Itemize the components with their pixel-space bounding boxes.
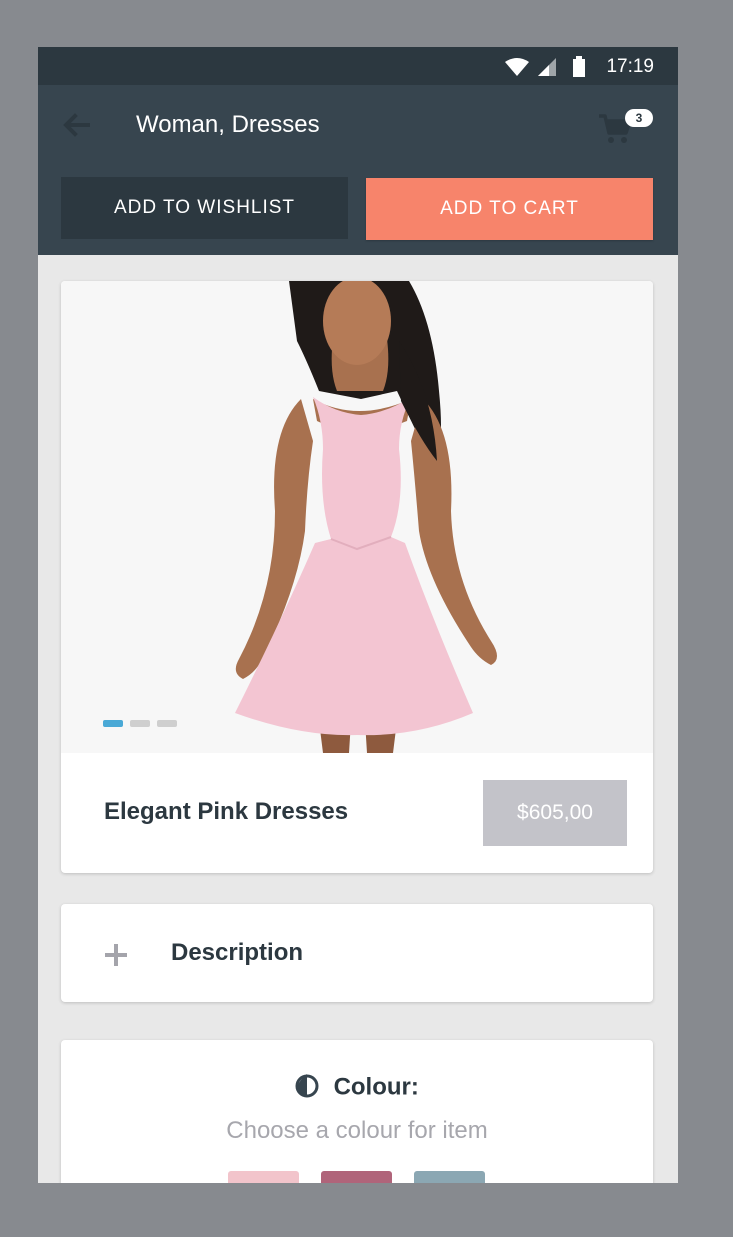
colour-swatch-blue-grey[interactable]	[414, 1171, 485, 1183]
carousel-dot-3[interactable]	[157, 720, 177, 727]
cart-count-badge: 3	[625, 109, 653, 127]
product-image[interactable]	[61, 281, 653, 753]
add-to-wishlist-button[interactable]: ADD TO WISHLIST	[61, 177, 348, 239]
colour-title: Colour:	[333, 1073, 419, 1101]
app-bar: Woman, Dresses 3 ADD TO WISHLIST ADD TO …	[38, 85, 678, 255]
arrow-back-icon[interactable]	[60, 109, 92, 141]
colour-subtitle: Choose a colour for item	[226, 1117, 488, 1144]
page-title: Woman, Dresses	[136, 111, 320, 138]
colour-swatch-mauve[interactable]	[321, 1171, 392, 1183]
dress-model-illustration	[235, 281, 497, 753]
cart-button[interactable]: 3	[598, 107, 658, 147]
product-name: Elegant Pink Dresses	[104, 798, 349, 825]
battery-icon	[572, 56, 586, 83]
price-tag: $605,00	[483, 780, 627, 846]
colour-card: Colour: Choose a colour for item	[61, 1040, 653, 1183]
image-carousel-dots	[103, 714, 184, 732]
signal-icon	[536, 57, 558, 82]
plus-icon	[103, 942, 129, 968]
wifi-icon	[504, 57, 530, 82]
description-label: Description	[171, 939, 304, 966]
colour-swatches	[228, 1171, 507, 1183]
carousel-dot-1[interactable]	[103, 720, 123, 727]
carousel-dot-2[interactable]	[130, 720, 150, 727]
colour-swatch-pink[interactable]	[228, 1171, 299, 1183]
colour-heading: Colour:	[61, 1072, 653, 1103]
phone-screen: 17:19 Woman, Dresses 3 ADD TO WISHLIST A…	[38, 47, 678, 1183]
add-to-cart-button[interactable]: ADD TO CART	[366, 178, 653, 240]
description-toggle[interactable]: Description	[61, 904, 653, 1002]
status-bar: 17:19	[38, 47, 678, 85]
colour-drop-icon	[295, 1072, 319, 1103]
status-time: 17:19	[606, 56, 654, 77]
product-card: Elegant Pink Dresses $605,00	[61, 281, 653, 873]
